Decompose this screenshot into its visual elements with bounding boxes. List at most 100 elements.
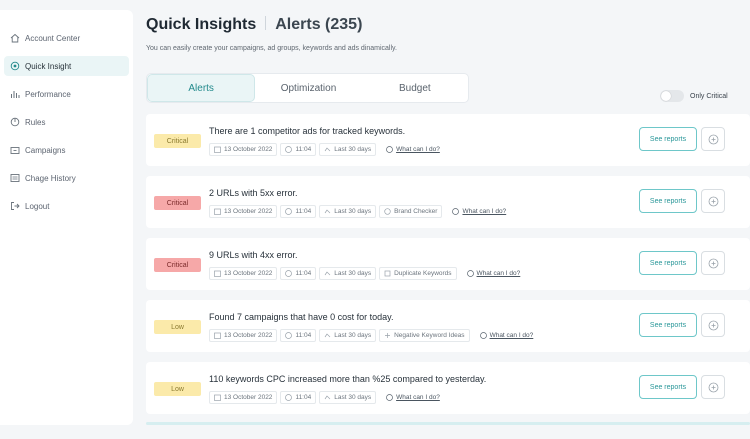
see-reports-button[interactable]: See reports: [639, 375, 697, 399]
tab-alerts[interactable]: Alerts: [147, 74, 256, 102]
clock-icon: [285, 332, 293, 339]
clock-icon: [285, 394, 293, 401]
help-icon: [452, 208, 460, 215]
alert-time: 11:04: [295, 208, 312, 215]
help-link-text: What can I do?: [396, 394, 440, 401]
tab-budget[interactable]: Budget: [362, 74, 468, 102]
sidebar-item-label: Logout: [25, 201, 50, 211]
severity-badge: Critical: [154, 134, 201, 148]
add-button[interactable]: [701, 313, 725, 337]
alert-tool: Duplicate Keywords: [394, 270, 452, 277]
see-reports-button[interactable]: See reports: [639, 127, 697, 151]
range-icon: [324, 332, 331, 339]
sidebar-item-rules[interactable]: Rules: [4, 112, 129, 132]
rules-icon: [10, 117, 20, 127]
severity-badge: Low: [154, 320, 201, 334]
what-can-i-do-link[interactable]: What can I do?: [466, 270, 520, 277]
only-critical-filter: Only Critical: [660, 90, 728, 102]
logout-icon: [10, 201, 20, 211]
severity-badge: Critical: [154, 258, 201, 272]
date-chip: 13 October 2022: [209, 329, 278, 342]
page-description: You can easily create your campaigns, ad…: [146, 45, 397, 52]
range-chip: Last 30 days: [319, 391, 377, 404]
alert-card: Critical 2 URLs with 5xx error. 13 Octob…: [146, 176, 750, 228]
range-chip: Last 30 days: [319, 267, 377, 280]
sidebar-item-label: Campaigns: [25, 145, 66, 155]
alert-range: Last 30 days: [334, 270, 372, 277]
alert-date: 13 October 2022: [224, 394, 273, 401]
alert-tool: Negative Keyword Ideas: [394, 332, 465, 339]
time-chip: 11:04: [280, 205, 317, 218]
time-chip: 11:04: [280, 143, 317, 156]
sidebar-item-quick-insight[interactable]: Quick Insight: [4, 56, 129, 76]
next-card-edge: [146, 422, 750, 425]
time-chip: 11:04: [280, 391, 317, 404]
see-reports-button[interactable]: See reports: [639, 313, 697, 337]
add-button[interactable]: [701, 189, 725, 213]
page-title-text: Quick Insights: [146, 16, 257, 33]
sidebar-item-change-history[interactable]: Chage History: [4, 168, 129, 188]
add-button[interactable]: [701, 375, 725, 399]
tool-chip: Brand Checker: [379, 205, 443, 218]
what-can-i-do-link[interactable]: What can I do?: [386, 394, 440, 401]
sidebar-item-campaigns[interactable]: Campaigns: [4, 140, 129, 160]
tool-icon: [384, 208, 391, 215]
alert-meta: 13 October 2022 11:04 Last 30 days What …: [209, 391, 440, 404]
folder-icon: [10, 145, 20, 155]
only-critical-toggle[interactable]: [660, 90, 684, 102]
tool-icon: [384, 332, 391, 339]
range-icon: [324, 394, 331, 401]
tab-optimization[interactable]: Optimization: [255, 74, 361, 102]
see-reports-button[interactable]: See reports: [639, 189, 697, 213]
alert-date: 13 October 2022: [224, 146, 273, 153]
main-content: Quick Insights Alerts (235) You can easil…: [133, 10, 750, 425]
calendar-icon: [214, 208, 221, 215]
bar-chart-icon: [10, 89, 20, 99]
severity-badge: Critical: [154, 196, 201, 210]
what-can-i-do-link[interactable]: What can I do?: [452, 208, 506, 215]
tool-chip: Duplicate Keywords: [379, 267, 457, 280]
sidebar-item-label: Chage History: [25, 173, 76, 183]
sidebar-item-logout[interactable]: Logout: [4, 196, 129, 216]
only-critical-label: Only Critical: [690, 92, 728, 100]
sidebar-item-account-center[interactable]: Account Center: [4, 28, 129, 48]
sidebar-item-performance[interactable]: Performance: [4, 84, 129, 104]
see-reports-button[interactable]: See reports: [639, 251, 697, 275]
alert-date: 13 October 2022: [224, 270, 273, 277]
calendar-icon: [214, 270, 221, 277]
calendar-icon: [214, 146, 221, 153]
alert-meta: 13 October 2022 11:04 Last 30 days Dupli…: [209, 267, 520, 280]
help-link-text: What can I do?: [489, 332, 534, 339]
clock-icon: [285, 270, 293, 277]
sidebar-item-label: Account Center: [25, 33, 81, 43]
time-chip: 11:04: [280, 329, 317, 342]
sidebar: Account Center Quick Insight Performance…: [0, 10, 133, 425]
home-icon: [10, 33, 20, 43]
add-button[interactable]: [701, 251, 725, 275]
calendar-icon: [214, 394, 221, 401]
range-icon: [324, 270, 331, 277]
history-icon: [10, 173, 20, 183]
help-icon: [386, 146, 393, 153]
calendar-icon: [214, 332, 221, 339]
alert-date: 13 October 2022: [224, 332, 273, 339]
tool-chip: Negative Keyword Ideas: [379, 329, 470, 342]
date-chip: 13 October 2022: [209, 391, 278, 404]
range-chip: Last 30 days: [319, 205, 377, 218]
plus-circle-icon: [708, 196, 718, 206]
alert-meta: 13 October 2022 11:04 Last 30 days Negat…: [209, 329, 533, 342]
what-can-i-do-link[interactable]: What can I do?: [386, 146, 440, 153]
alert-time: 11:04: [295, 146, 312, 153]
what-can-i-do-link[interactable]: What can I do?: [479, 332, 534, 339]
tab-bar: Alerts Optimization Budget: [146, 73, 469, 103]
alert-title: There are 1 competitor ads for tracked k…: [209, 126, 406, 136]
alert-title: 2 URLs with 5xx error.: [209, 188, 298, 198]
help-link-text: What can I do?: [396, 146, 440, 153]
alert-card: Critical 9 URLs with 4xx error. 13 Octob…: [146, 238, 750, 290]
alerts-count-title: Alerts (235): [275, 16, 363, 33]
range-icon: [324, 208, 331, 215]
tool-icon: [384, 270, 391, 277]
help-link-text: What can I do?: [462, 208, 507, 215]
add-button[interactable]: [701, 127, 725, 151]
sidebar-item-label: Rules: [25, 117, 46, 127]
